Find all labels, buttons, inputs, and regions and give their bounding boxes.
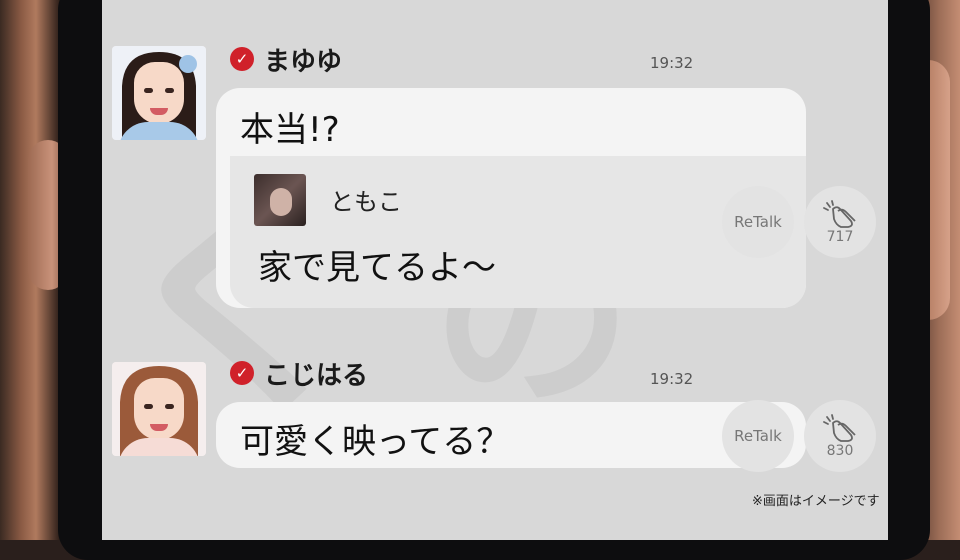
- avatar-eye: [144, 88, 153, 93]
- quoted-text: 家で見てるよ〜: [258, 248, 496, 288]
- avatar-eye: [165, 88, 174, 93]
- retalk-button[interactable]: ReTalk: [722, 400, 794, 472]
- sender-row: ✓ こじはる: [230, 358, 368, 391]
- message-text: 可愛く映ってる？: [240, 422, 511, 462]
- disclaimer-caption: ※画面はイメージです: [752, 494, 880, 509]
- clap-icon: [823, 200, 856, 228]
- sender-row: ✓ まゆゆ: [230, 44, 342, 77]
- message-bubble[interactable]: 本当!? ともこ 家で見てるよ〜: [216, 88, 806, 308]
- quoted-avatar-face: [270, 188, 292, 216]
- retalk-button[interactable]: ReTalk: [722, 186, 794, 258]
- message-time: 19:32: [650, 54, 694, 72]
- avatar[interactable]: [112, 46, 206, 140]
- avatar[interactable]: [112, 362, 206, 456]
- quoted-message[interactable]: ともこ 家で見てるよ〜: [230, 156, 806, 308]
- clap-icon: [823, 414, 856, 442]
- message-time: 19:32: [650, 370, 694, 388]
- quoted-sender-name: ともこ: [330, 188, 402, 216]
- sender-name[interactable]: こじはる: [264, 355, 368, 392]
- clap-count: 717: [826, 229, 854, 245]
- chat-screen[interactable]: く の ✓ まゆゆ 19:32 本当!? と: [102, 0, 888, 540]
- message-bubble[interactable]: 可愛く映ってる？: [216, 402, 806, 468]
- avatar-eye: [144, 404, 153, 409]
- sender-name[interactable]: まゆゆ: [264, 41, 342, 78]
- clap-count: 830: [826, 443, 854, 459]
- quoted-avatar: [254, 174, 306, 226]
- clap-button[interactable]: 717: [804, 186, 876, 258]
- avatar-eye: [165, 404, 174, 409]
- verified-check-icon: ✓: [230, 47, 254, 71]
- clap-button[interactable]: 830: [804, 400, 876, 472]
- retalk-label: ReTalk: [734, 427, 782, 445]
- left-hand: [0, 0, 68, 540]
- message-text: 本当!?: [240, 110, 340, 150]
- retalk-label: ReTalk: [734, 213, 782, 231]
- verified-check-icon: ✓: [230, 361, 254, 385]
